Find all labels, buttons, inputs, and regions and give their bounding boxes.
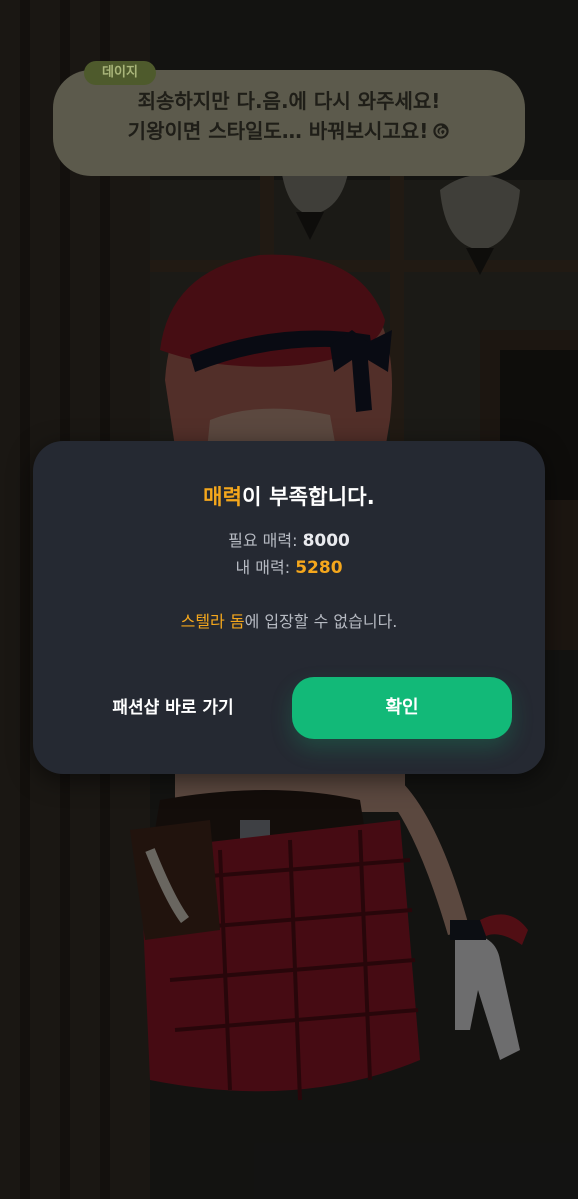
swirl-icon [433,123,449,139]
my-charm-value: 5280 [295,558,343,578]
title-accent: 매력 [203,485,243,509]
required-charm-value: 8000 [302,531,350,551]
notice-location: 스텔라 돔 [180,612,245,631]
speech-line-2-text: 기왕이면 스타일도… 바꿔보시고요! [127,119,429,143]
speech-line-2: 기왕이면 스타일도… 바꿔보시고요! [53,116,525,146]
my-charm-label: 내 매력: [235,558,296,577]
entry-denied-notice: 스텔라 돔에 입장할 수 없습니다. [33,608,545,632]
dialog-title: 매력이 부족합니다. [33,481,545,511]
npc-speech-bubble: 죄송하지만 다.음.에 다시 와주세요! 기왕이면 스타일도… 바꿔보시고요! [53,70,525,176]
notice-rest: 에 입장할 수 없습니다. [244,612,398,631]
go-to-fashion-shop-button[interactable]: 패션샵 바로 가기 [83,677,263,739]
speaker-name-tag: 데이지 [84,61,156,85]
my-charm-line: 내 매력: 5280 [33,554,545,578]
title-rest: 이 부족합니다. [242,485,375,509]
insufficient-charm-dialog: 매력이 부족합니다. 필요 매력: 8000 내 매력: 5280 스텔라 돔에… [33,441,545,774]
required-charm-label: 필요 매력: [228,531,303,550]
required-charm-line: 필요 매력: 8000 [33,527,545,551]
speech-line-1: 죄송하지만 다.음.에 다시 와주세요! [137,89,441,113]
confirm-button[interactable]: 확인 [292,677,512,739]
game-scene: 죄송하지만 다.음.에 다시 와주세요! 기왕이면 스타일도… 바꿔보시고요! … [0,0,578,1199]
